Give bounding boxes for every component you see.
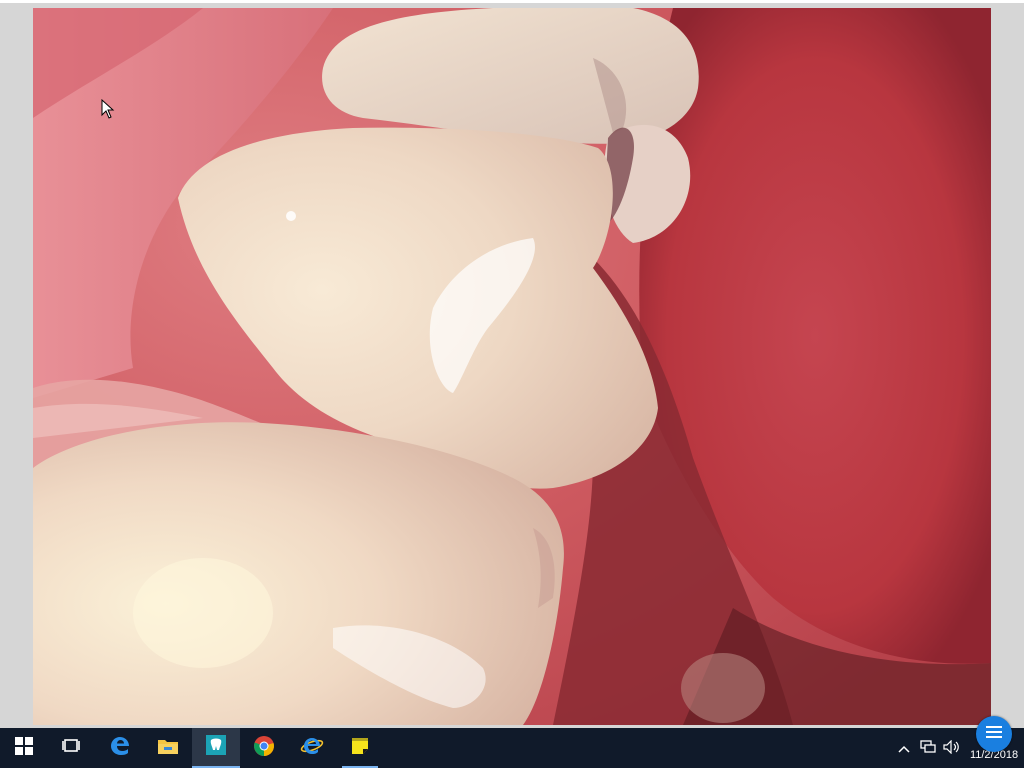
- volume-button[interactable]: [940, 728, 964, 768]
- edge-button[interactable]: [96, 728, 144, 768]
- ie-icon: [300, 735, 324, 762]
- task-view-button[interactable]: [48, 728, 96, 768]
- edge-icon: [109, 735, 131, 762]
- start-button[interactable]: [0, 728, 48, 768]
- windows-logo-icon: [15, 736, 33, 760]
- chrome-button[interactable]: [240, 728, 288, 768]
- mouse-cursor-icon: [101, 98, 115, 119]
- taskbar: 7: 11/2/2018: [0, 728, 1024, 768]
- file-explorer-button[interactable]: [144, 728, 192, 768]
- sticky-notes-button[interactable]: [336, 728, 384, 768]
- sticky-notes-icon: [350, 736, 370, 761]
- network-button[interactable]: [916, 728, 940, 768]
- dental-app-icon: [205, 734, 227, 761]
- speaker-icon: [943, 739, 961, 757]
- show-hidden-icons-button[interactable]: [892, 728, 916, 768]
- chrome-icon: [253, 735, 275, 762]
- task-view-icon: [62, 738, 82, 759]
- internet-explorer-button[interactable]: [288, 728, 336, 768]
- network-icon: [920, 739, 936, 757]
- dental-imaging-button[interactable]: [192, 728, 240, 768]
- folder-icon: [157, 737, 179, 760]
- intraoral-photo[interactable]: [33, 8, 991, 725]
- menu-icon: [986, 725, 1002, 743]
- image-viewer-window: [0, 0, 1024, 731]
- action-center-button[interactable]: [976, 716, 1012, 752]
- desktop-screen: 7: 11/2/2018: [0, 0, 1024, 768]
- chevron-up-icon: [898, 741, 910, 756]
